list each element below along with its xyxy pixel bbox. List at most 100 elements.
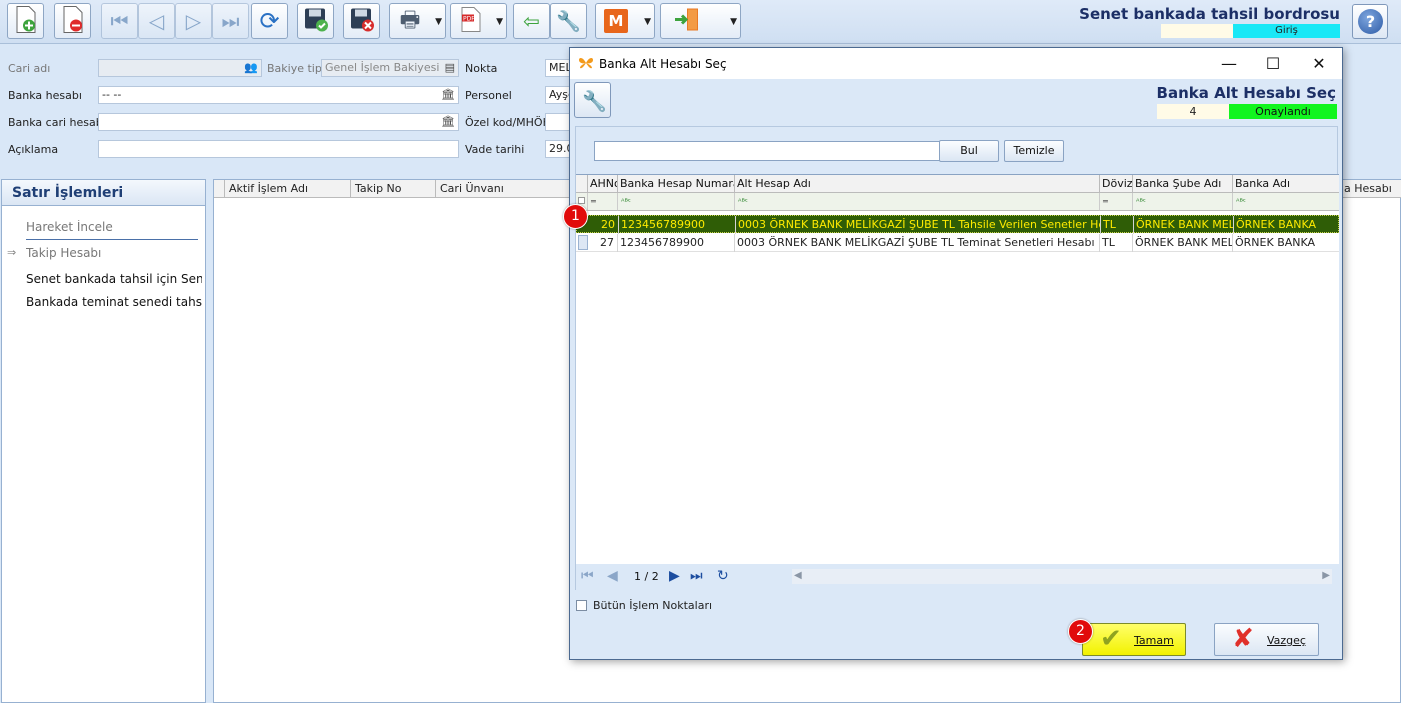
dialog-tools-button[interactable]: 🔧 bbox=[574, 82, 611, 118]
next-page-icon[interactable]: ▶ bbox=[669, 568, 680, 584]
column-header-sube[interactable]: Banka Şube Adı bbox=[1133, 175, 1233, 193]
tools-button[interactable]: 🔧 bbox=[550, 3, 587, 39]
previous-record-button[interactable]: ◁ bbox=[138, 3, 175, 39]
next-record-icon: ▷ bbox=[185, 9, 202, 33]
abc-filter-icon: ᴬᴮᶜ bbox=[1136, 197, 1146, 206]
side-item-takip-hesabi[interactable]: Takip Hesabı bbox=[26, 246, 202, 260]
form-status-spacer bbox=[1161, 24, 1233, 38]
toolbar: ⏮ ◁ ▷ ⏭ ⟳ 🖶 ▼ PDF ▼ ⇦ 🔧 M ▼ ▼ Senet bank… bbox=[0, 0, 1401, 44]
clear-button[interactable]: Temizle bbox=[1004, 140, 1064, 162]
banka-cari-hesabi-field[interactable]: 🏛 bbox=[98, 113, 459, 131]
save-button[interactable] bbox=[297, 3, 334, 39]
bakiye-tipi-field[interactable]: Genel İşlem Bakiyesi ▤ bbox=[321, 59, 459, 77]
m-action-button[interactable]: M ▼ bbox=[595, 3, 655, 39]
banka-hesabi-field[interactable]: -- -- 🏛 bbox=[98, 86, 459, 104]
next-record-button[interactable]: ▷ bbox=[175, 3, 212, 39]
search-input[interactable] bbox=[594, 141, 941, 161]
people-icon: 👥 bbox=[244, 61, 258, 74]
table-row[interactable]: 27 123456789900 0003 ÖRNEK BANK MELİKGAZ… bbox=[576, 234, 1339, 252]
column-header-banka[interactable]: Banka Adı bbox=[1233, 175, 1339, 193]
exit-button[interactable]: ▼ bbox=[660, 3, 741, 39]
table-row[interactable]: 20 123456789900 0003 ÖRNEK BANK MELİKGAZ… bbox=[576, 215, 1339, 234]
annotation-marker: 2 bbox=[1068, 619, 1093, 644]
printer-icon: 🖶 bbox=[399, 8, 421, 33]
filter-cell-doviz[interactable]: ═ bbox=[1100, 193, 1133, 211]
main-grid-column-header[interactable]: Takip No bbox=[350, 180, 435, 198]
first-page-icon[interactable]: ⏮ bbox=[581, 568, 594, 584]
vade-tarihi-label: Vade tarihi bbox=[465, 143, 525, 156]
main-grid-column-header[interactable]: Aktif İşlem Adı bbox=[224, 180, 350, 198]
nokta-field[interactable]: MELİ bbox=[545, 59, 570, 77]
cell-banka: ÖRNEK BANKA bbox=[1235, 236, 1316, 249]
delete-document-button[interactable] bbox=[54, 3, 91, 39]
new-document-icon bbox=[14, 6, 38, 37]
filter-cell-ahno[interactable]: ═ bbox=[588, 193, 618, 211]
cell-alt-hesap-adi: 0003 ÖRNEK BANK MELİKGAZİ ŞUBE TL Temina… bbox=[735, 234, 1100, 252]
takip-hesabi-icon: ⇒ bbox=[7, 246, 17, 259]
filter-checkbox-icon[interactable] bbox=[578, 197, 585, 204]
main-grid-column-header[interactable]: a Hesabı bbox=[1340, 180, 1401, 198]
abc-filter-icon: ᴬᴮᶜ bbox=[738, 197, 748, 206]
filter-cell-hesap-no[interactable]: ᴬᴮᶜ bbox=[618, 193, 735, 211]
find-button[interactable]: Bul bbox=[939, 140, 999, 162]
main-grid-column-header[interactable]: Cari Ünvanı bbox=[435, 180, 575, 198]
new-document-button[interactable] bbox=[7, 3, 44, 39]
cancel-button[interactable]: ✘ Vazgeç bbox=[1214, 623, 1319, 656]
column-header-hesap-no[interactable]: Banka Hesap Numarası bbox=[618, 175, 735, 193]
refresh-button[interactable]: ⟳ bbox=[251, 3, 288, 39]
ozel-kod-field[interactable] bbox=[545, 113, 570, 131]
column-header-alt-hesap-adi[interactable]: Alt Hesap Adı bbox=[735, 175, 1100, 193]
side-item-senet-bankada-tahsil[interactable]: Senet bankada tahsil için Senet ... bbox=[26, 272, 202, 286]
column-header-ahno[interactable]: AHNo bbox=[588, 175, 618, 193]
filter-cell-sube[interactable]: ᴬᴮᶜ bbox=[1133, 193, 1233, 211]
all-points-checkbox[interactable] bbox=[576, 600, 587, 611]
side-item-hareket-incele[interactable]: Hareket İncele bbox=[26, 220, 202, 234]
ok-button[interactable]: ✔ Tamam bbox=[1082, 623, 1186, 656]
aciklama-field[interactable] bbox=[98, 140, 459, 158]
maximize-icon[interactable]: ☐ bbox=[1251, 52, 1295, 76]
print-button[interactable]: 🖶 ▼ bbox=[389, 3, 446, 39]
scroll-left-icon[interactable]: ◀ bbox=[794, 570, 802, 581]
checkmark-icon: ✔ bbox=[1100, 624, 1122, 654]
help-button[interactable]: ? bbox=[1352, 4, 1388, 39]
cell-hesap-no: 123456789900 bbox=[619, 216, 736, 234]
close-icon[interactable]: ✕ bbox=[1297, 52, 1341, 76]
cell-banka: ÖRNEK BANKA bbox=[1236, 218, 1317, 231]
import-button[interactable]: ⇦ bbox=[513, 3, 550, 39]
page-indicator: 1 / 2 bbox=[634, 570, 659, 583]
form-status-badge: Giriş bbox=[1233, 24, 1340, 38]
side-panel-title: Satır İşlemleri bbox=[2, 180, 205, 206]
last-page-icon[interactable]: ⏭ bbox=[690, 568, 703, 584]
grid-pager: ⏮ ◀ 1 / 2 ▶ ⏭ ↻ ◀ ▶ bbox=[576, 564, 1339, 590]
cari-adi-field[interactable]: 👥 bbox=[98, 59, 262, 77]
side-item-bankada-teminat[interactable]: Bankada teminat senedi tahsil i... bbox=[26, 295, 202, 309]
pdf-export-button[interactable]: PDF ▼ bbox=[450, 3, 507, 39]
dropdown-arrow-icon: ▼ bbox=[730, 17, 737, 27]
cell-ahno: 27 bbox=[588, 234, 618, 252]
minimize-icon[interactable]: — bbox=[1207, 52, 1251, 76]
bank-icon: 🏛 bbox=[441, 115, 455, 128]
divider bbox=[26, 239, 198, 240]
previous-page-icon[interactable]: ◀ bbox=[607, 568, 618, 584]
refresh-icon: ⟳ bbox=[259, 7, 280, 35]
bank-icon: 🏛 bbox=[441, 88, 455, 101]
personel-value: Ayşe bbox=[549, 88, 570, 101]
first-record-button[interactable]: ⏮ bbox=[101, 3, 138, 39]
horizontal-scrollbar[interactable]: ◀ ▶ bbox=[792, 569, 1332, 584]
cari-adi-label: Cari adı bbox=[8, 62, 51, 75]
banka-cari-hesabi-label: Banka cari hesabı bbox=[8, 116, 106, 129]
filter-cell-banka[interactable]: ᴬᴮᶜ bbox=[1233, 193, 1339, 211]
personel-field[interactable]: Ayşe bbox=[545, 86, 570, 104]
vade-tarihi-field[interactable]: 29.0 bbox=[545, 140, 570, 158]
abc-filter-icon: ᴬᴮᶜ bbox=[621, 197, 631, 206]
scroll-right-icon[interactable]: ▶ bbox=[1322, 570, 1330, 581]
last-record-button[interactable]: ⏭ bbox=[212, 3, 249, 39]
cancel-save-button[interactable] bbox=[343, 3, 380, 39]
bakiye-tipi-value: Genel İşlem Bakiyesi bbox=[325, 61, 440, 74]
dropdown-arrow-icon: ▼ bbox=[435, 17, 442, 27]
column-header-doviz[interactable]: Döviz bbox=[1100, 175, 1133, 193]
filter-cell-alt-hesap-adi[interactable]: ᴬᴮᶜ bbox=[735, 193, 1100, 211]
exit-door-icon bbox=[673, 7, 701, 36]
cancel-button-label: Vazgeç bbox=[1267, 634, 1306, 647]
reload-icon[interactable]: ↻ bbox=[717, 568, 729, 584]
